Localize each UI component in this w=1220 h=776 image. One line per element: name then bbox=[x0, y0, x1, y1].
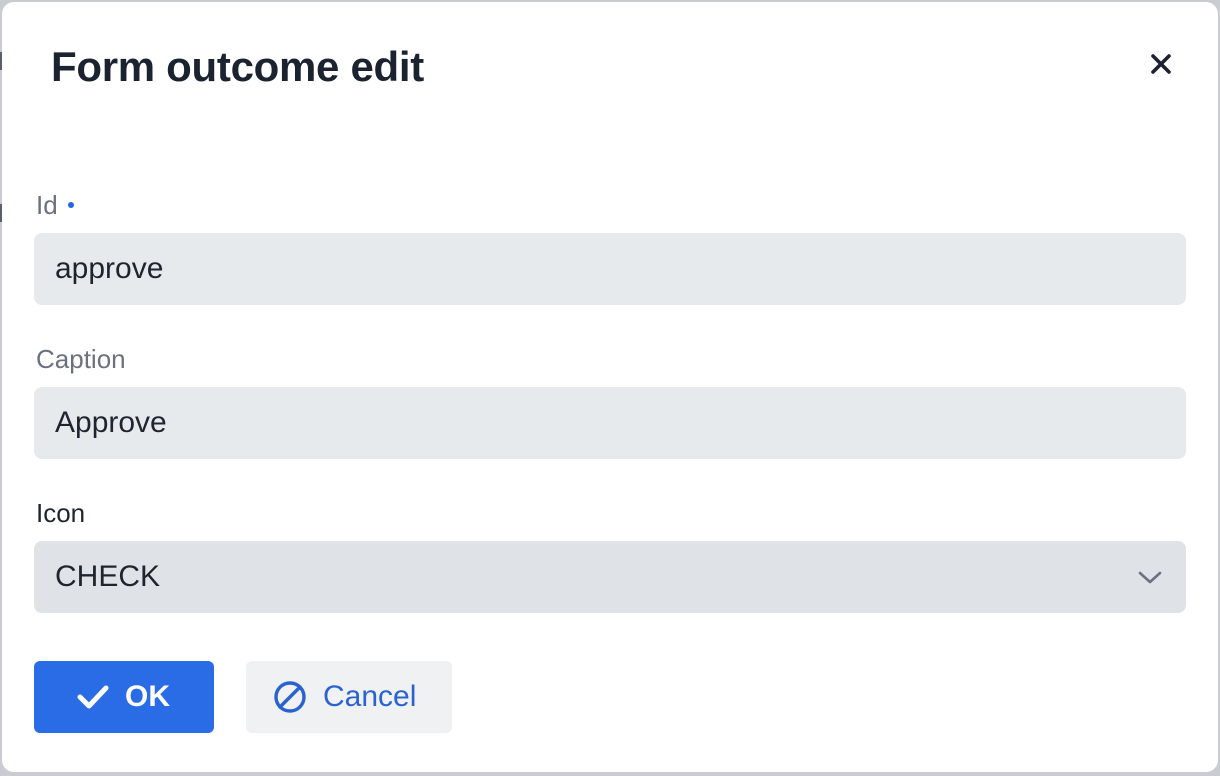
icon-label: Icon bbox=[36, 498, 86, 528]
id-label-text: Id bbox=[36, 190, 58, 220]
cancel-button-label: Cancel bbox=[323, 680, 417, 713]
ok-button[interactable]: OK bbox=[34, 661, 214, 733]
id-input[interactable]: approve bbox=[34, 233, 1186, 305]
cancel-button[interactable]: Cancel bbox=[246, 661, 452, 733]
close-button[interactable] bbox=[1145, 48, 1177, 80]
icon-select-value: CHECK bbox=[55, 560, 161, 593]
close-icon bbox=[1151, 54, 1171, 74]
dialog-title: Form outcome edit bbox=[51, 43, 424, 90]
chevron-down-icon bbox=[1138, 571, 1162, 584]
ok-button-label: OK bbox=[125, 680, 170, 713]
ban-icon bbox=[274, 681, 306, 713]
id-label: Id bbox=[36, 190, 74, 220]
check-icon bbox=[77, 685, 109, 709]
form-outcome-dialog: Form outcome edit Id approve Caption App… bbox=[2, 2, 1218, 772]
caption-label: Caption bbox=[36, 344, 126, 374]
icon-select[interactable]: CHECK bbox=[34, 541, 1186, 613]
required-indicator bbox=[67, 202, 74, 209]
caption-input[interactable]: Approve bbox=[34, 387, 1186, 459]
